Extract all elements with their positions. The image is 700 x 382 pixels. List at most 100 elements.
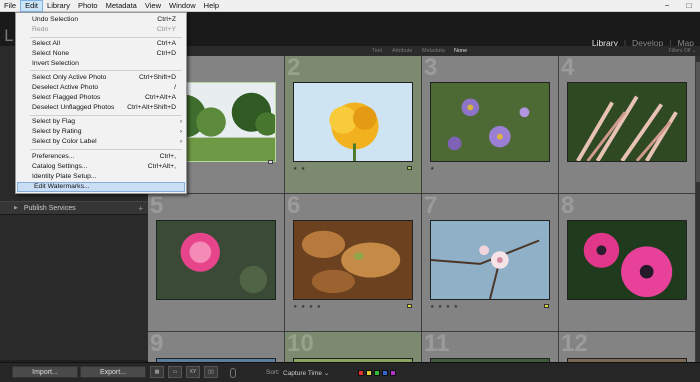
menu-item-label: Select All <box>32 40 60 47</box>
menu-item-edit-watermarks[interactable]: Edit Watermarks... <box>17 182 185 192</box>
submenu-arrow-icon: › <box>180 119 182 125</box>
grid-cell[interactable]: 9 <box>148 330 285 362</box>
submenu-arrow-icon: › <box>180 129 182 135</box>
menu-item-shortcut: Ctrl+Alt+, <box>147 163 176 170</box>
color-label-icon <box>544 304 549 308</box>
menu-item-shortcut: / <box>174 84 176 91</box>
grid-cell[interactable]: 10 <box>285 330 422 362</box>
filter-text[interactable]: Text <box>372 48 382 54</box>
cell-number: 8 <box>561 192 575 219</box>
menu-separator <box>30 70 182 71</box>
sort-dropdown[interactable]: Capture Time ⌄ <box>283 369 329 377</box>
app-menubar: File Edit Library Photo Metadata View Wi… <box>0 0 700 12</box>
menu-library[interactable]: Library <box>43 0 74 12</box>
star-rating[interactable]: ★ <box>430 166 435 172</box>
blue-label-icon[interactable] <box>382 370 388 376</box>
menu-item-label: Select None <box>32 50 70 57</box>
photo-thumbnail-blossom-branch[interactable] <box>430 220 550 300</box>
photo-thumbnail-purple-asters[interactable] <box>430 82 550 162</box>
purple-label-icon[interactable] <box>390 370 396 376</box>
grid-cell[interactable]: 6 ★ ★ ★ ★ <box>285 192 422 332</box>
grid-scrollbar[interactable] <box>696 56 700 362</box>
grid-cell[interactable]: 12 <box>559 330 696 362</box>
loupe-view-icon[interactable]: ▭ <box>168 366 182 378</box>
yellow-label-icon[interactable] <box>366 370 372 376</box>
menu-item-identity-plate-setup[interactable]: Identity Plate Setup... <box>16 172 186 182</box>
menu-edit[interactable]: Edit <box>20 0 44 12</box>
photo-thumbnail-pink-poppy[interactable] <box>567 220 687 300</box>
menu-item-select-by-flag[interactable]: Select by Flag › <box>16 117 186 127</box>
menu-file[interactable]: File <box>0 0 20 12</box>
cell-number: 3 <box>424 56 438 81</box>
menu-item-deselect-unflagged-photos[interactable]: Deselect Unflagged Photos Ctrl+Alt+Shift… <box>16 103 186 113</box>
menu-item-select-by-rating[interactable]: Select by Rating › <box>16 127 186 137</box>
grid-cell[interactable]: 4 <box>559 56 696 194</box>
star-rating[interactable]: ★ ★ <box>293 166 306 172</box>
scrollbar-thumb[interactable] <box>696 62 700 182</box>
cell-number: 5 <box>150 192 164 219</box>
menu-item-shortcut: Ctrl+Alt+Shift+D <box>127 104 176 111</box>
menu-item-undo-selection[interactable]: Undo Selection Ctrl+Z <box>16 15 186 25</box>
filters-off-dropdown[interactable]: Filters Off ⌄ <box>669 48 696 54</box>
maximize-button[interactable]: □ <box>678 0 700 12</box>
filter-attribute[interactable]: Attribute <box>392 48 412 54</box>
import-button[interactable]: Import... <box>12 366 78 378</box>
photo-thumbnail-pink-grass[interactable] <box>567 82 687 162</box>
menu-item-label: Deselect Active Photo <box>32 84 99 91</box>
grid-cell[interactable]: 3 ★ <box>422 56 559 194</box>
menu-separator <box>30 115 182 116</box>
green-label-icon[interactable] <box>374 370 380 376</box>
cell-number: 7 <box>424 192 438 219</box>
edit-menu-dropdown: Undo Selection Ctrl+Z Redo Ctrl+Y Select… <box>15 12 187 194</box>
menu-item-redo[interactable]: Redo Ctrl+Y <box>16 25 186 35</box>
menu-photo[interactable]: Photo <box>74 0 102 12</box>
menu-item-label: Preferences... <box>32 153 75 160</box>
grid-cell[interactable]: 2 ★ ★ <box>285 56 422 194</box>
menu-help[interactable]: Help <box>200 0 223 12</box>
menu-item-select-by-color-label[interactable]: Select by Color Label › <box>16 137 186 147</box>
compare-view-icon[interactable]: XY <box>186 366 200 378</box>
photo-thumbnail-pink-mimosa-flower[interactable] <box>156 220 276 300</box>
menu-item-select-flagged-photos[interactable]: Select Flagged Photos Ctrl+Alt+A <box>16 93 186 103</box>
menu-item-select-only-active-photo[interactable]: Select Only Active Photo Ctrl+Shift+D <box>16 73 186 83</box>
menu-item-label: Select by Rating <box>32 128 82 135</box>
grid-cell[interactable]: 7 ★ ★ ★ ★ <box>422 192 559 332</box>
cell-number: 12 <box>561 330 588 357</box>
menu-item-label: Select Flagged Photos <box>32 94 101 101</box>
menu-item-label: Select by Flag <box>32 118 76 125</box>
menu-item-label: Undo Selection <box>32 16 79 23</box>
filter-metadata[interactable]: Metadata <box>422 48 445 54</box>
menu-window[interactable]: Window <box>165 0 200 12</box>
publish-services-header[interactable]: ▶ Publish Services + <box>0 201 148 215</box>
painter-icon[interactable] <box>230 368 236 378</box>
survey-view-icon[interactable]: ▯▯ <box>204 366 218 378</box>
publish-services-label: Publish Services <box>23 204 76 212</box>
menu-item-preferences[interactable]: Preferences... Ctrl+, <box>16 152 186 162</box>
star-rating[interactable]: ★ ★ ★ ★ <box>293 304 322 310</box>
menu-view[interactable]: View <box>141 0 165 12</box>
menu-item-select-none[interactable]: Select None Ctrl+D <box>16 49 186 59</box>
window-controls: − □ <box>656 0 700 12</box>
grid-cell[interactable]: 8 <box>559 192 696 332</box>
menu-item-invert-selection[interactable]: Invert Selection <box>16 59 186 69</box>
red-label-icon[interactable] <box>358 370 364 376</box>
expand-triangle-icon[interactable]: ▶ <box>14 205 18 211</box>
cell-number: 11 <box>424 330 450 357</box>
grid-view-icon[interactable]: ▦ <box>150 366 164 378</box>
menu-item-deselect-active-photo[interactable]: Deselect Active Photo / <box>16 83 186 93</box>
filter-none[interactable]: None <box>454 48 467 54</box>
minimize-button[interactable]: − <box>656 0 678 12</box>
grid-cell[interactable]: 11 <box>422 330 559 362</box>
add-publish-service-icon[interactable]: + <box>138 204 143 213</box>
menu-item-select-all[interactable]: Select All Ctrl+A <box>16 39 186 49</box>
app-logo: L <box>4 26 13 45</box>
star-rating[interactable]: ★ ★ ★ ★ <box>430 304 459 310</box>
menu-metadata[interactable]: Metadata <box>102 0 141 12</box>
menu-item-shortcut: Ctrl+D <box>156 50 176 57</box>
export-button[interactable]: Export... <box>80 366 146 378</box>
menu-item-catalog-settings[interactable]: Catalog Settings... Ctrl+Alt+, <box>16 162 186 172</box>
photo-thumbnail-autumn-leaves[interactable] <box>293 220 413 300</box>
grid-cell[interactable]: 5 <box>148 192 285 332</box>
cell-number: 2 <box>287 56 301 81</box>
photo-thumbnail-yellow-rose[interactable] <box>293 82 413 162</box>
